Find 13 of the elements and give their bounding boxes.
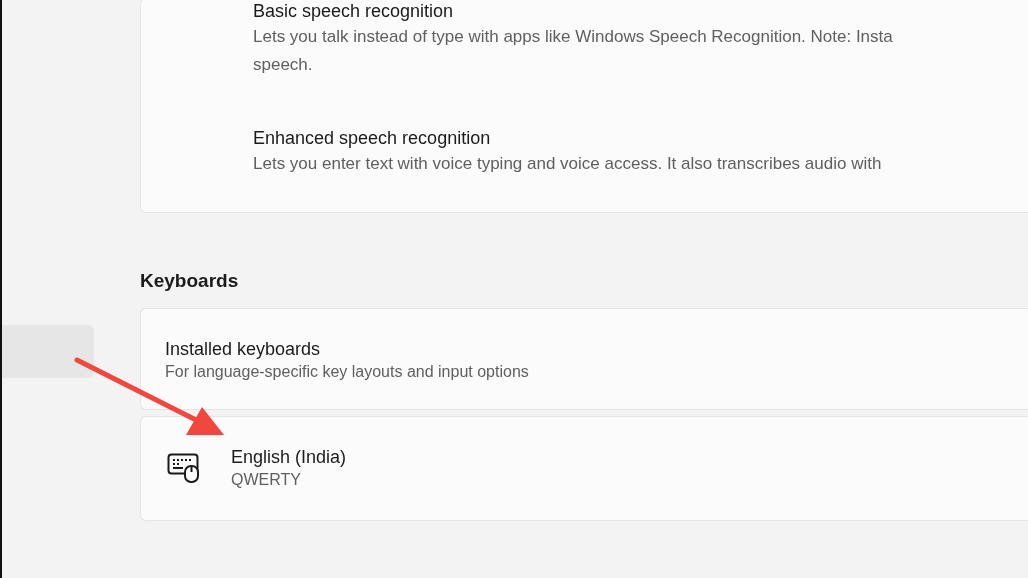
keyboard-row[interactable]: English (India) QWERTY [140,415,1028,521]
option-description: Lets you enter text with voice typing and voice access. It also transcribes audio with [253,153,883,175]
option-title: Basic speech recognition [253,0,455,23]
keyboard-name: English (India) [231,446,347,469]
keyboard-layout: QWERTY [231,470,302,490]
section-heading: Keyboards [140,269,240,293]
option-description: speech. [253,54,314,76]
card-title: Installed keyboards [165,337,322,361]
option-description: Lets you talk instead of type with apps like Windows Speech Recognition. Note: Insta [253,26,894,48]
card-subtitle: For language-specific key layouts and input options [165,361,530,382]
nav-item[interactable] [2,325,94,378]
option-title: Enhanced speech recognition [253,127,492,150]
keyboard-icon [167,453,201,483]
